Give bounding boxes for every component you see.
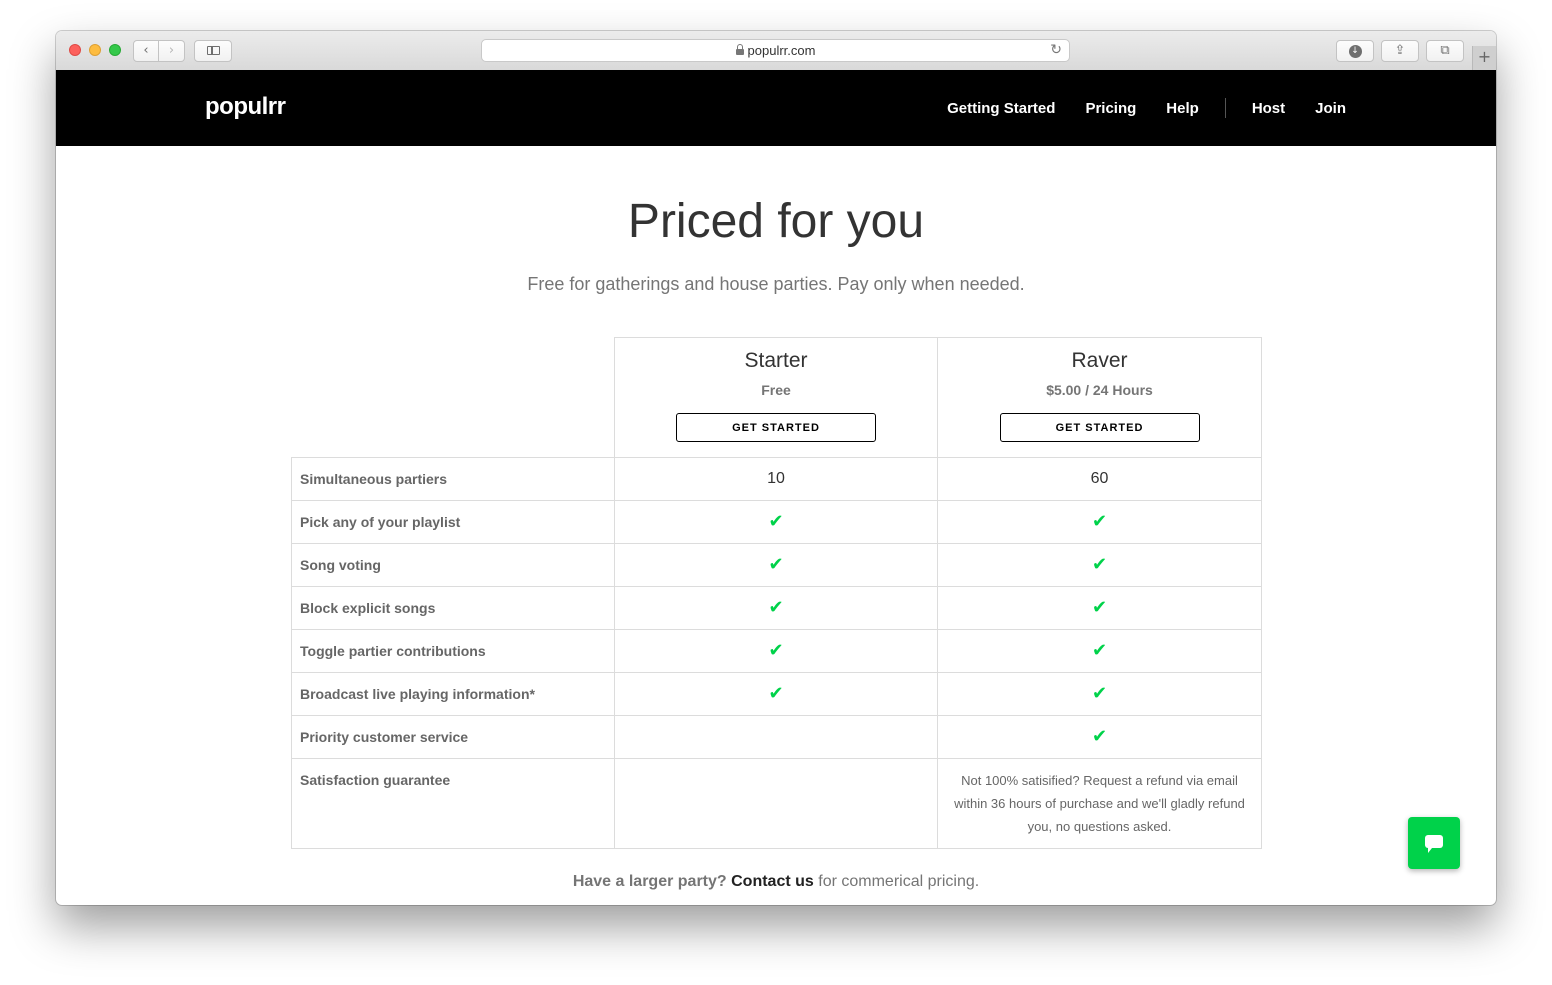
table-row: Pick any of your playlist ✔ ✔: [291, 500, 1262, 544]
browser-toolbar: ‹ › populrr.com ↻ ↓ ⇪ ⧉ +: [56, 31, 1496, 71]
guarantee-note: Not 100% satisified? Request a refund vi…: [937, 758, 1262, 849]
plan-name: Raver: [1071, 349, 1128, 372]
table-row: Broadcast live playing information* ✔ ✔: [291, 672, 1262, 716]
feature-label: Pick any of your playlist: [291, 500, 615, 544]
reload-icon[interactable]: ↻: [1050, 40, 1062, 61]
table-row: Priority customer service ✔: [291, 715, 1262, 759]
feature-label: Block explicit songs: [291, 586, 615, 630]
check-icon: ✔: [768, 510, 784, 532]
nav-host[interactable]: Host: [1252, 100, 1285, 117]
check-icon: ✔: [768, 596, 784, 618]
logo[interactable]: populrr: [205, 93, 286, 121]
address-url: populrr.com: [747, 43, 816, 58]
plan-price: Free: [761, 382, 791, 398]
check-icon: ✔: [1091, 510, 1108, 532]
check-icon: ✔: [1091, 553, 1108, 575]
nav-join[interactable]: Join: [1315, 100, 1346, 117]
starter-value: 10: [614, 457, 938, 501]
check-icon: ✔: [768, 553, 784, 575]
back-button[interactable]: ‹: [133, 40, 159, 62]
nav-getting-started[interactable]: Getting Started: [947, 100, 1055, 117]
plan-price: $5.00 / 24 Hours: [1046, 382, 1153, 398]
page-content: Priced for you Free for gatherings and h…: [56, 146, 1496, 905]
main-nav: Getting Started Pricing Help Host Join: [947, 98, 1346, 118]
share-button[interactable]: ⇪: [1381, 40, 1419, 62]
check-icon: ✔: [768, 639, 784, 661]
chat-button[interactable]: [1408, 817, 1460, 869]
contact-us-link[interactable]: Contact us: [731, 873, 814, 890]
show-tabs-button[interactable]: ⧉: [1426, 40, 1464, 62]
table-row: Song voting ✔ ✔: [291, 543, 1262, 587]
nav-help[interactable]: Help: [1166, 100, 1199, 117]
close-window-button[interactable]: [69, 44, 81, 56]
new-tab-button[interactable]: +: [1472, 46, 1496, 70]
address-bar[interactable]: populrr.com ↻: [481, 39, 1070, 62]
nav-divider: [1224, 98, 1226, 118]
contact-line: Have a larger party? Contact us for comm…: [56, 873, 1496, 891]
feature-label: Song voting: [291, 543, 615, 587]
page-title: Priced for you: [627, 195, 925, 248]
browser-window: ‹ › populrr.com ↻ ↓ ⇪ ⧉ + populrr Gettin…: [56, 31, 1496, 905]
table-row: Satisfaction guarantee Not 100% satisifi…: [291, 758, 1262, 849]
nav-pricing[interactable]: Pricing: [1085, 100, 1136, 117]
starter-value: [614, 758, 938, 849]
minimize-window-button[interactable]: [89, 44, 101, 56]
lock-icon: [735, 44, 744, 55]
contact-tail: for commerical pricing.: [818, 873, 980, 890]
sidebar-icon: [207, 46, 220, 55]
downloads-button[interactable]: ↓: [1336, 40, 1374, 62]
forward-button[interactable]: ›: [159, 40, 185, 62]
table-corner: [291, 337, 615, 458]
site-header: populrr Getting Started Pricing Help Hos…: [56, 70, 1496, 146]
feature-label: Simultaneous partiers: [291, 457, 615, 501]
table-row: Simultaneous partiers 10 60: [291, 457, 1262, 501]
chat-icon: [1425, 835, 1443, 853]
check-icon: ✔: [1091, 725, 1108, 747]
feature-label: Toggle partier contributions: [291, 629, 615, 673]
feature-label: Priority customer service: [291, 715, 615, 759]
raver-value: 60: [937, 457, 1262, 501]
feature-label: Broadcast live playing information*: [291, 672, 615, 716]
check-icon: ✔: [768, 682, 784, 704]
get-started-starter-button[interactable]: GET STARTED: [676, 413, 876, 442]
show-sidebar-button[interactable]: [194, 40, 232, 62]
get-started-raver-button[interactable]: GET STARTED: [999, 413, 1200, 442]
check-icon: ✔: [1091, 639, 1108, 661]
check-icon: ✔: [1091, 596, 1108, 618]
plan-starter: Starter Free GET STARTED: [614, 337, 938, 458]
contact-lead: Have a larger party?: [572, 873, 727, 890]
table-row: Toggle partier contributions ✔ ✔: [291, 629, 1262, 673]
table-row: Block explicit songs ✔ ✔: [291, 586, 1262, 630]
feature-label: Satisfaction guarantee: [291, 758, 615, 849]
page-subtitle: Free for gatherings and house parties. P…: [527, 274, 1025, 294]
plan-name: Starter: [744, 349, 808, 372]
check-icon: ✔: [1091, 682, 1108, 704]
pricing-table: Starter Free GET STARTED Raver $5.00 / 2…: [291, 337, 1262, 849]
zoom-window-button[interactable]: [109, 44, 121, 56]
plan-raver: Raver $5.00 / 24 Hours GET STARTED: [937, 337, 1262, 458]
download-icon: ↓: [1348, 45, 1362, 58]
